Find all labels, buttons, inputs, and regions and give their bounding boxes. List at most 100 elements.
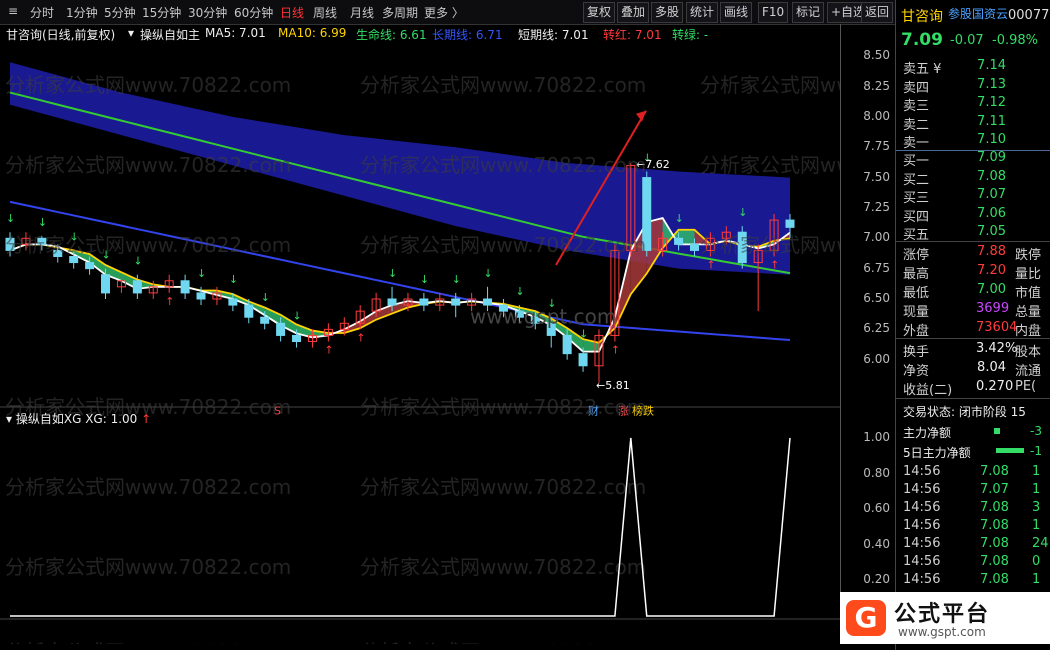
site-watermark: 分析家公式网www.70822.com [5, 555, 291, 579]
period-2[interactable]: 5分钟 [104, 4, 136, 21]
ask-row: 卖四 7.13 [896, 77, 1050, 96]
last-price: 7.09 [901, 30, 943, 50]
period-1[interactable]: 1分钟 [66, 4, 98, 21]
row-label: 最高 [903, 267, 930, 282]
brand-url: www.gspt.com [898, 625, 986, 639]
row-label2: 流通 [1015, 364, 1042, 379]
sub-tick: 0.60 [863, 501, 890, 516]
tick-price: 7.08 [980, 536, 1009, 551]
period-5[interactable]: 60分钟 [234, 4, 273, 21]
toolbar-button-8[interactable]: 返回 [861, 2, 894, 23]
ask-row: 卖五 ¥ 7.14 [896, 58, 1050, 77]
row-value: 7.14 [977, 58, 1006, 73]
row-label: 最低 [903, 286, 930, 301]
brand-badge: G 公式平台 www.gspt.com [840, 592, 1050, 644]
row-value: 7.07 [977, 187, 1006, 202]
toolbar-button-1[interactable]: 叠加 [617, 2, 650, 23]
main-net5-value: -1 [1030, 444, 1042, 458]
signal-arrow: ↓ [261, 291, 270, 304]
site-watermark: 分析家公式网www.70822.com [700, 153, 840, 177]
sub-tick: 0.80 [863, 465, 890, 480]
tick-price: 7.08 [980, 572, 1009, 587]
row-label: 现量 [903, 305, 930, 320]
period-0[interactable]: 分时 [30, 4, 54, 21]
row-label: 买三 [903, 191, 930, 206]
bid-row: 买一 7.09 [896, 150, 1050, 169]
toolbar-button-2[interactable]: 多股 [651, 2, 684, 23]
candle-body [292, 334, 302, 342]
stat-row: 外盘 73604 内盘 [896, 320, 1050, 339]
toolbar-button-4[interactable]: 画线 [720, 2, 753, 23]
row-label: 卖二 [903, 117, 930, 133]
sector-tag[interactable]: 参股国资云 [948, 5, 1008, 22]
price-tick: 8.00 [863, 108, 890, 123]
tick-volume: 3 [1032, 500, 1041, 515]
tick-volume: 1 [1032, 518, 1041, 533]
brand-logo-text: 公式平台 [894, 602, 991, 627]
signal-arrow: ↑ [706, 259, 715, 272]
quote-panel: 甘咨询 参股国资云 00077 7.09 -0.07 -0.98% 交易状态: … [895, 0, 1050, 650]
period-6[interactable]: 日线 [280, 4, 304, 21]
tick-time: 14:56 [903, 500, 941, 515]
signal-arrow: ↓ [738, 206, 747, 219]
row-value: 7.09 [977, 150, 1006, 165]
sub-tick: 1.00 [863, 429, 890, 444]
stats-divider [896, 241, 1050, 242]
bid-row: 买三 7.07 [896, 187, 1050, 206]
candle-body [244, 304, 254, 318]
center-watermark: www.gspt.com [470, 304, 616, 328]
tick-time: 14:56 [903, 536, 941, 551]
candle-body [387, 298, 397, 306]
row-label: 买一 [903, 154, 930, 169]
sub-indicator-icon[interactable]: ▾ [6, 412, 16, 426]
site-watermark: 分析家公式网www.70822.com [360, 555, 646, 579]
kline-chart[interactable]: ↓ ↓↓↓ ↓↑↓ ↓↓↓↑↑↓ ↓ ↓ ↓↓↓↓↑↓↓↑↓↑←7.62←5.81财涨榜跌S… [0, 24, 840, 644]
period-3[interactable]: 15分钟 [142, 4, 181, 21]
candle-body [562, 334, 572, 355]
trade-state: 交易状态: 闭市阶段 15 [903, 405, 1026, 419]
tick-price: 7.08 [980, 464, 1009, 479]
tick-time: 14:56 [903, 572, 941, 587]
bid-row: 买四 7.06 [896, 206, 1050, 225]
toolbar-button-6[interactable]: 标记 [792, 2, 825, 23]
row-value: 73604 [976, 320, 1018, 335]
row-label: 卖一 [903, 136, 930, 151]
price-axis: 8.50 8.25 8.00 7.75 7.50 7.25 7.00 6.75 6.50 6.25… [840, 24, 896, 644]
main-net-bar [994, 428, 1000, 434]
toolbar-button-0[interactable]: 复权 [583, 2, 616, 23]
signal-arrow: ↑ [356, 331, 365, 344]
menu-icon[interactable]: ≡ [8, 4, 18, 18]
price-tick: 6.00 [863, 351, 890, 366]
period-10[interactable]: 更多 〉 [424, 4, 464, 21]
toolbar-button-3[interactable]: 统计 [686, 2, 719, 23]
price-tick: 8.50 [863, 48, 890, 63]
row-value: 7.11 [977, 113, 1006, 129]
brand-logo-icon: G [846, 600, 886, 636]
toolbar-button-5[interactable]: F10 [758, 2, 789, 23]
stock-code: 00077 [1008, 8, 1050, 23]
breakout-arrowhead [636, 110, 646, 122]
period-8[interactable]: 月线 [350, 4, 374, 21]
row-label2: 跌停 [1015, 248, 1042, 263]
sub-indicator-name[interactable]: 操纵自如XG [16, 412, 82, 426]
period-4[interactable]: 30分钟 [188, 4, 227, 21]
row-label2: 股本 [1015, 345, 1042, 360]
signal-arrow: ↓ [579, 328, 588, 341]
signal-arrow: ↓ [229, 273, 238, 286]
price-tick: 6.25 [863, 321, 890, 336]
candle-body [419, 298, 429, 306]
period-9[interactable]: 多周期 [382, 4, 418, 21]
signal-arrow: ↑ [611, 344, 620, 357]
period-7[interactable]: 周线 [313, 4, 337, 21]
signal-arrow: ↑ [770, 259, 779, 272]
tick-volume: 1 [1032, 464, 1041, 479]
row-value: 3.42% [976, 341, 1018, 356]
price-tick: 7.75 [863, 139, 890, 154]
price-tick: 8.25 [863, 78, 890, 93]
row-label: 净资 [903, 364, 930, 379]
signal-arrow: ↓ [420, 273, 429, 286]
row-value: 7.05 [977, 224, 1006, 239]
row-label2: 市值 [1015, 286, 1042, 301]
sub-indicator-value: XG: 1.00 [85, 412, 138, 426]
candle-body [674, 237, 684, 245]
